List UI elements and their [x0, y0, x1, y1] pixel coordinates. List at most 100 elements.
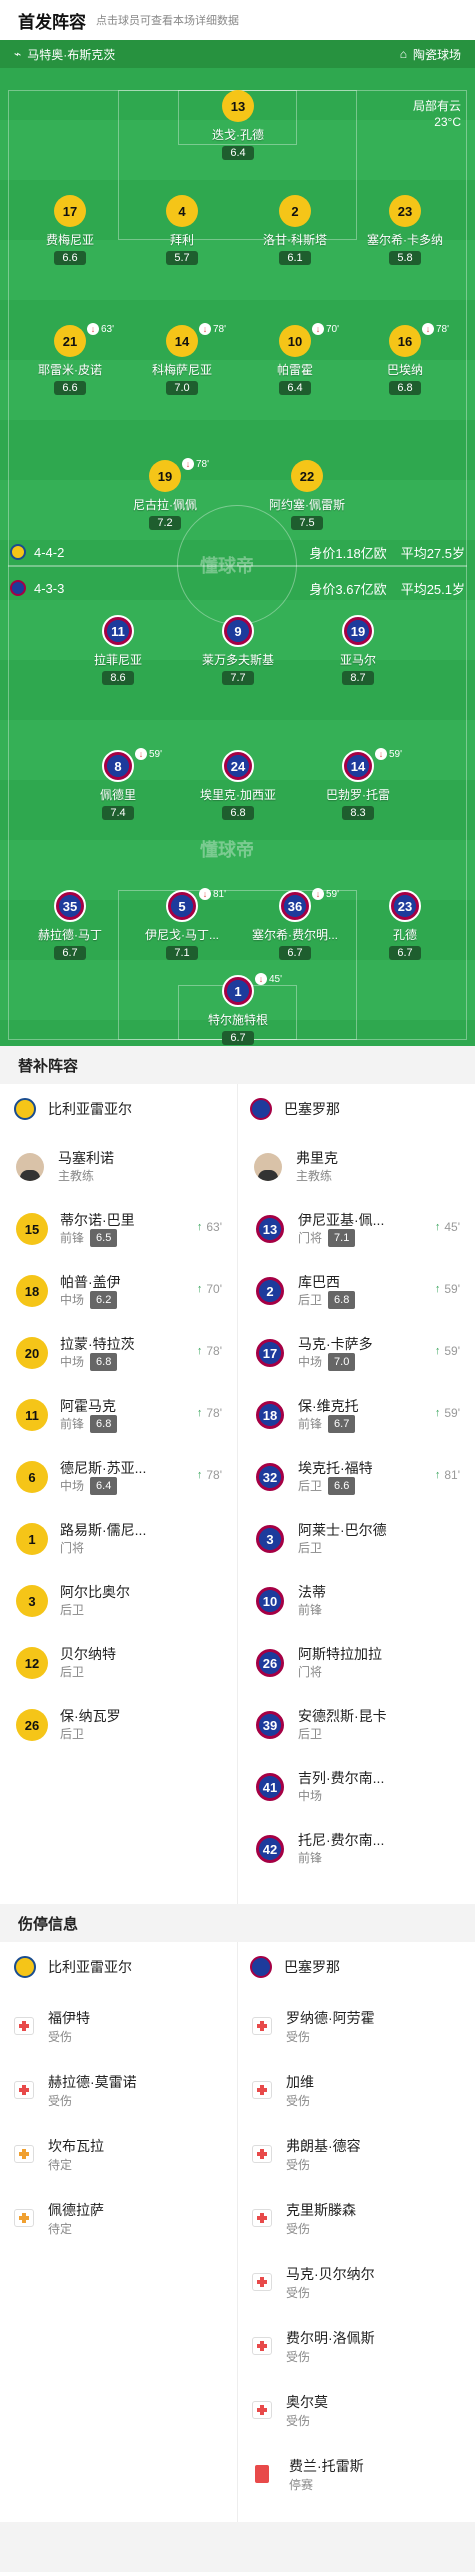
- sub-player-row[interactable]: 13 伊尼亚基·佩... 门将 7.1 ↑ 45': [238, 1198, 468, 1260]
- sub-minute: 78': [213, 323, 227, 335]
- sub-player-row[interactable]: 2 库巴西 后卫 6.8 ↑ 59': [238, 1260, 468, 1322]
- sub-out-icon: ↓: [199, 323, 211, 335]
- sub-player-row[interactable]: 32 埃克托·福特 后卫 6.6 ↑ 81': [238, 1446, 468, 1508]
- player-marker[interactable]: 8 佩德里 7.4 ↓ 59': [63, 748, 173, 821]
- player-number-badge: 4: [166, 195, 198, 227]
- player-info: 阿尔比奥尔 后卫: [60, 1583, 130, 1619]
- player-number-badge: 32: [254, 1461, 286, 1493]
- sub-player-row[interactable]: 17 马克·卡萨多 中场 7.0 ↑ 59': [238, 1322, 468, 1384]
- injury-status: 受伤: [286, 2221, 311, 2236]
- player-position: 后卫: [298, 1541, 323, 1555]
- sub-in-icon: ↑: [434, 1283, 441, 1295]
- player-name: 库巴西: [298, 1274, 340, 1290]
- player-marker[interactable]: 5 伊尼戈·马丁... 7.1 ↓ 81': [127, 888, 237, 961]
- injury-row[interactable]: 坎布瓦拉 待定: [0, 2122, 230, 2186]
- sub-player-row[interactable]: 3 阿尔比奥尔 后卫: [0, 1570, 230, 1632]
- injury-title: 伤停信息: [0, 1904, 475, 1942]
- away-value: 身价3.67亿欧: [309, 581, 387, 597]
- sub-player-row[interactable]: 10 法蒂 前锋: [238, 1570, 468, 1632]
- injury-row[interactable]: 费尔明·洛佩斯 受伤: [238, 2314, 468, 2378]
- coach-avatar: [16, 1153, 44, 1181]
- injury-row[interactable]: 罗纳德·阿劳霍 受伤: [238, 1994, 468, 2058]
- injury-info: 罗纳德·阿劳霍 受伤: [286, 2008, 375, 2045]
- player-rating: 6.4: [90, 1477, 118, 1495]
- player-rating: 6.6: [54, 251, 86, 265]
- player-position: 后卫: [60, 1727, 85, 1741]
- player-name: 路易斯·儒尼...: [60, 1522, 147, 1538]
- player-position: 前锋: [60, 1231, 85, 1245]
- villarreal-crest-icon: [14, 1098, 36, 1120]
- player-name: 贝尔纳特: [60, 1646, 116, 1662]
- substitution-time: ↓ 78': [182, 458, 209, 470]
- player-marker[interactable]: 11 拉菲尼亚 8.6: [63, 615, 173, 686]
- injury-row[interactable]: 佩德拉萨 待定: [0, 2186, 230, 2250]
- player-name: 巴勃罗·托雷: [326, 788, 390, 802]
- player-marker[interactable]: 19 亚马尔 8.7: [303, 615, 413, 686]
- player-rating: 7.1: [166, 946, 198, 960]
- venue-text: 马特奥·布斯克茨: [27, 47, 116, 62]
- sub-player-row[interactable]: 26 保·纳瓦罗 后卫: [0, 1694, 230, 1756]
- player-number-badge: 19: [149, 460, 181, 492]
- subs-section: 比利亚雷亚尔 巴塞罗那 马塞利诺 主教练 弗里克 主教练 15 蒂尔诺·巴里 前锋 6.5…: [0, 1084, 475, 1904]
- player-marker[interactable]: 13 迭戈·孔德 6.4: [183, 90, 293, 161]
- player-number-badge: 17: [254, 1337, 286, 1369]
- medical-kit-icon: [252, 2017, 272, 2035]
- sub-player-row[interactable]: 11 阿霍马克 前锋 6.8 ↑ 78': [0, 1384, 230, 1446]
- player-marker[interactable]: 23 塞尔希·卡多纳 5.8: [350, 195, 460, 266]
- substitution-time: ↓ 78': [199, 323, 226, 335]
- sub-player-row[interactable]: 3 阿莱士·巴尔德 后卫: [238, 1508, 468, 1570]
- injury-row[interactable]: 加维 受伤: [238, 2058, 468, 2122]
- player-marker[interactable]: 9 莱万多夫斯基 7.7: [183, 615, 293, 686]
- player-marker[interactable]: 16 巴埃纳 6.8 ↓ 78': [350, 323, 460, 396]
- injury-row[interactable]: 费兰·托雷斯 停赛: [238, 2442, 468, 2506]
- injury-row[interactable]: 弗朗基·德容 受伤: [238, 2122, 468, 2186]
- player-name: 塞尔希·费尔明...: [252, 928, 338, 942]
- player-number-badge: 23: [389, 195, 421, 227]
- injury-row[interactable]: 赫拉德·莫雷诺 受伤: [0, 2058, 230, 2122]
- home-coach[interactable]: 马塞利诺 主教练: [0, 1136, 230, 1198]
- player-marker[interactable]: 24 埃里克·加西亚 6.8: [183, 750, 293, 821]
- player-number-badge: 3: [16, 1585, 48, 1617]
- sub-player-row[interactable]: 18 保·维克托 前锋 6.7 ↑ 59': [238, 1384, 468, 1446]
- player-rating: 6.8: [389, 381, 421, 395]
- injury-row[interactable]: 马克·贝尔纳尔 受伤: [238, 2250, 468, 2314]
- sub-player-row[interactable]: 15 蒂尔诺·巴里 前锋 6.5 ↑ 63': [0, 1198, 230, 1260]
- injury-info: 加维 受伤: [286, 2072, 314, 2109]
- player-marker[interactable]: 17 费梅尼亚 6.6: [15, 195, 125, 266]
- player-marker[interactable]: 35 赫拉德·马丁 6.7: [15, 890, 125, 961]
- away-coach[interactable]: 弗里克 主教练: [238, 1136, 468, 1198]
- player-marker[interactable]: 19 尼古拉·佩佩 7.2 ↓ 78': [110, 458, 220, 531]
- player-marker[interactable]: 10 帕雷霍 6.4 ↓ 70': [240, 323, 350, 396]
- player-rating: 6.7: [222, 1031, 254, 1045]
- medical-kit-icon: [14, 2145, 34, 2163]
- player-marker[interactable]: 4 拜利 5.7: [127, 195, 237, 266]
- sub-out-icon: ↓: [312, 323, 324, 335]
- injury-row[interactable]: 福伊特 受伤: [0, 1994, 230, 2058]
- player-marker[interactable]: 14 科梅萨尼亚 7.0 ↓ 78': [127, 323, 237, 396]
- sub-player-row[interactable]: 12 贝尔纳特 后卫: [0, 1632, 230, 1694]
- sub-player-row[interactable]: 39 安德烈斯·昆卡 后卫: [238, 1694, 468, 1756]
- sub-out-icon: ↓: [135, 748, 147, 760]
- sub-player-row[interactable]: 18 帕普·盖伊 中场 6.2 ↑ 70': [0, 1260, 230, 1322]
- player-rating: 7.2: [149, 516, 181, 530]
- sub-player-row[interactable]: 6 德尼斯·苏亚... 中场 6.4 ↑ 78': [0, 1446, 230, 1508]
- player-marker[interactable]: 2 洛甘·科斯塔 6.1: [240, 195, 350, 266]
- player-name: 吉列·费尔南...: [298, 1770, 385, 1786]
- sub-player-row[interactable]: 20 拉蒙·特拉茨 中场 6.8 ↑ 78': [0, 1322, 230, 1384]
- injury-row[interactable]: 奥尔莫 受伤: [238, 2378, 468, 2442]
- coach-role: 主教练: [58, 1169, 95, 1183]
- player-marker[interactable]: 21 耶雷米·皮诺 6.6 ↓ 63': [15, 323, 125, 396]
- player-marker[interactable]: 1 特尔施特根 6.7 ↓ 45': [183, 973, 293, 1046]
- player-marker[interactable]: 36 塞尔希·费尔明... 6.7 ↓ 59': [240, 888, 350, 961]
- sub-player-row[interactable]: 1 路易斯·儒尼... 门将: [0, 1508, 230, 1570]
- sub-player-row[interactable]: 42 托尼·费尔南... 前锋: [238, 1818, 468, 1880]
- player-number-badge: 2: [279, 195, 311, 227]
- injury-row[interactable]: 克里斯滕森 受伤: [238, 2186, 468, 2250]
- player-marker[interactable]: 23 孔德 6.7: [350, 890, 460, 961]
- sub-player-row[interactable]: 26 阿斯特拉加拉 门将: [238, 1632, 468, 1694]
- player-marker[interactable]: 14 巴勃罗·托雷 8.3 ↓ 59': [303, 748, 413, 821]
- player-rating: 7.4: [102, 806, 134, 820]
- sub-player-row[interactable]: 41 吉列·费尔南... 中场: [238, 1756, 468, 1818]
- player-name: 耶雷米·皮诺: [38, 363, 102, 377]
- player-marker[interactable]: 22 阿约塞·佩雷斯 7.5: [252, 460, 362, 531]
